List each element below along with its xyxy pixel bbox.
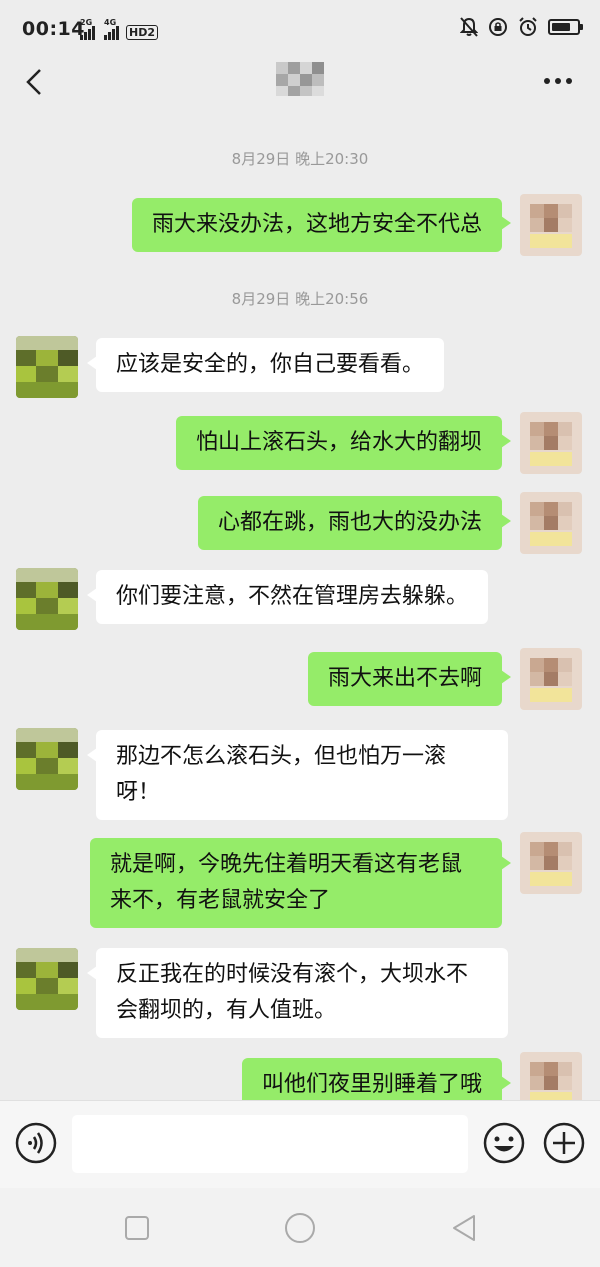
message-bubble-sent[interactable]: 怕山上滚石头，给水大的翻坝 xyxy=(175,416,512,470)
message-list[interactable]: 8月29日 晚上20:30 雨大来没办法，这地方安全不代总 8月29日 晚上20… xyxy=(0,114,600,1100)
self-avatar[interactable] xyxy=(520,194,582,256)
smiley-icon xyxy=(483,1122,525,1164)
signal-4g-icon: 4G xyxy=(104,18,119,40)
message-bubble-sent[interactable]: 叫他们夜里别睡着了哦 xyxy=(241,1058,512,1100)
self-avatar[interactable] xyxy=(520,492,582,554)
recents-button[interactable] xyxy=(117,1208,157,1248)
self-avatar[interactable] xyxy=(520,412,582,474)
more-functions-button[interactable] xyxy=(542,1121,586,1165)
emoji-button[interactable] xyxy=(482,1121,526,1165)
more-options-button[interactable] xyxy=(538,66,578,96)
mute-bell-icon xyxy=(460,17,478,37)
battery-fill xyxy=(552,23,570,31)
circle-icon xyxy=(285,1213,315,1243)
back-button[interactable] xyxy=(14,62,54,102)
battery-icon xyxy=(548,19,583,35)
contact-avatar[interactable] xyxy=(16,948,78,1010)
message-bubble-sent[interactable]: 心都在跳，雨也大的没办法 xyxy=(197,496,512,550)
message-bubble-sent[interactable]: 就是啊，今晚先住着明天看这有老鼠来不，有老鼠就安全了 xyxy=(90,838,511,928)
lock-rotation-icon xyxy=(489,18,507,36)
message-bubble-sent[interactable]: 雨大来出不去啊 xyxy=(307,652,512,706)
back-nav-button[interactable] xyxy=(444,1208,484,1248)
chat-header xyxy=(0,52,600,114)
triangle-back-icon xyxy=(453,1215,475,1241)
self-avatar[interactable] xyxy=(520,832,582,894)
home-button[interactable] xyxy=(280,1208,320,1248)
contact-avatar[interactable] xyxy=(16,336,78,398)
message-composer xyxy=(0,1100,600,1188)
contact-name-blurred xyxy=(276,62,324,96)
status-time: 00:14 xyxy=(22,18,85,40)
message-input[interactable] xyxy=(72,1115,468,1173)
status-bar: 00:14 2G 4G HD2 xyxy=(0,0,600,52)
message-bubble-received[interactable]: 你们要注意，不然在管理房去躲躲。 xyxy=(86,570,489,624)
chevron-left-icon xyxy=(26,69,41,95)
message-bubble-received[interactable]: 反正我在的时候没有滚个，大坝水不会翻坝的，有人值班。 xyxy=(87,948,508,1038)
signal-2g-icon: 2G xyxy=(80,18,95,40)
pixelated-name-image xyxy=(276,62,324,96)
system-navigation-bar xyxy=(0,1188,600,1267)
square-icon xyxy=(125,1216,149,1240)
message-bubble-received[interactable]: 应该是安全的，你自己要看看。 xyxy=(86,338,445,392)
timestamp: 8月29日 晚上20:56 xyxy=(231,290,369,308)
contact-avatar[interactable] xyxy=(16,568,78,630)
message-bubble-received[interactable]: 那边不怎么滚石头，但也怕万一滚呀！ xyxy=(87,730,508,820)
signal-indicators: 2G 4G HD2 xyxy=(80,18,158,40)
voice-input-button[interactable] xyxy=(14,1121,58,1165)
timestamp: 8月29日 晚上20:30 xyxy=(231,150,369,168)
message-bubble-sent[interactable]: 雨大来没办法，这地方安全不代总 xyxy=(131,198,512,252)
self-avatar[interactable] xyxy=(520,1052,582,1100)
contact-avatar[interactable] xyxy=(16,728,78,790)
voice-icon xyxy=(15,1122,57,1164)
more-dots-icon xyxy=(544,78,572,84)
plus-circle-icon xyxy=(543,1122,585,1164)
self-avatar[interactable] xyxy=(520,648,582,710)
alarm-icon xyxy=(519,17,537,36)
hd-badge: HD2 xyxy=(126,25,158,40)
status-right-icons xyxy=(460,17,583,37)
